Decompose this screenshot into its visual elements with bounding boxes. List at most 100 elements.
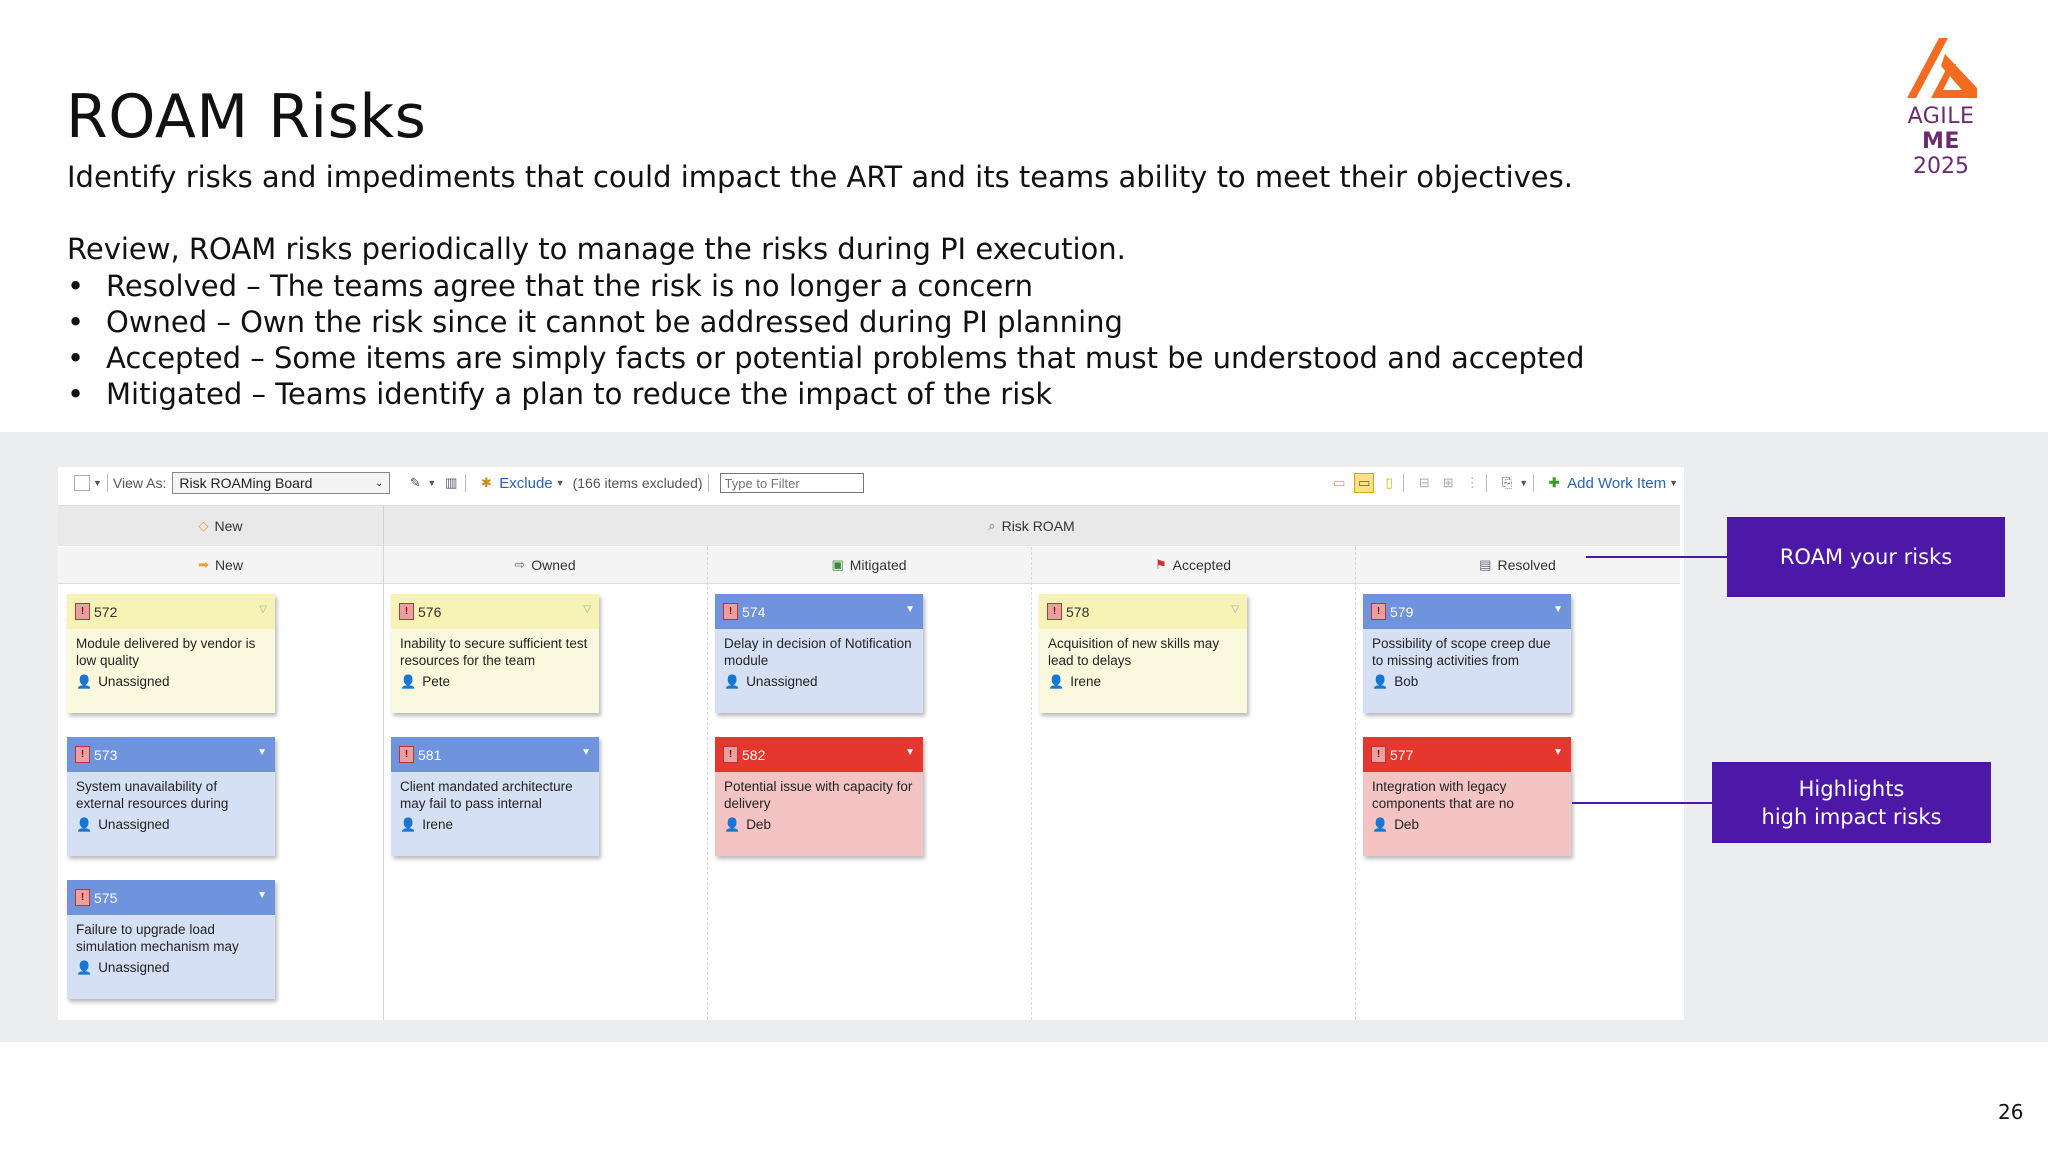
callout-text: ROAM your risks	[1779, 545, 1953, 569]
folder-icon[interactable]: ▭	[1330, 474, 1348, 492]
view-as-value: Risk ROAMing Board	[179, 475, 313, 491]
expand-icon[interactable]: ⊞	[1439, 474, 1457, 492]
card-owner[interactable]: 👤 Bob	[1372, 673, 1563, 690]
owner-name: Bob	[1394, 674, 1419, 689]
card-owner[interactable]: 👤 Deb	[724, 816, 915, 833]
card-owner[interactable]: 👤 Unassigned	[76, 959, 267, 976]
group-label: Risk ROAM	[1001, 518, 1075, 534]
bullet-text: Mitigated – Teams identify a plan to red…	[106, 377, 1053, 411]
card-id[interactable]: 574	[742, 604, 765, 620]
export-icon[interactable]: ⎘	[1498, 474, 1516, 492]
bullet-mitigated: • Mitigated – Teams identify a plan to re…	[67, 376, 1585, 412]
column-divider	[1355, 547, 1356, 1020]
risk-card-582[interactable]: ! 582 ▼ Potential issue with capacity for …	[715, 737, 923, 856]
person-icon: 👤	[400, 817, 417, 832]
risk-icon: !	[75, 603, 90, 620]
person-icon: 👤	[1372, 817, 1389, 832]
group-header-risk-roam[interactable]: ⌕ Risk ROAM	[383, 506, 1680, 546]
risk-card-578[interactable]: ! 578 ▽ Acquisition of new skills may lead…	[1039, 594, 1247, 713]
card-menu-icon[interactable]: ▼	[905, 747, 915, 758]
card-title: System unavailability of external resour…	[76, 779, 229, 811]
risk-card-577[interactable]: ! 577 ▼ Integration with legacy components…	[1363, 737, 1571, 856]
card-owner[interactable]: 👤 Pete	[400, 673, 591, 690]
tree-icon[interactable]: ⋮	[1463, 474, 1481, 492]
columns-icon[interactable]: ▥	[442, 474, 460, 492]
chevron-down-icon[interactable]: ▼	[93, 478, 102, 488]
card-menu-icon[interactable]: ▼	[1553, 747, 1563, 758]
collapse-icon[interactable]: ⊟	[1415, 474, 1433, 492]
accepted-icon: ⚑	[1154, 557, 1167, 572]
chevron-down-icon[interactable]: ▼	[556, 478, 565, 488]
card-menu-icon[interactable]: ▽	[583, 604, 591, 615]
card-menu-icon[interactable]: ▽	[1231, 604, 1239, 615]
card-menu-icon[interactable]: ▼	[257, 747, 267, 758]
filter-input[interactable]	[719, 473, 864, 493]
agile-me-logo: AGILE ME 2025	[1886, 34, 1996, 179]
risk-card-573[interactable]: ! 573 ▼ System unavailability of external …	[67, 737, 275, 856]
risk-card-574[interactable]: ! 574 ▼ Delay in decision of Notification …	[715, 594, 923, 713]
card-owner[interactable]: 👤 Irene	[1048, 673, 1239, 690]
owner-name: Unassigned	[746, 674, 818, 689]
column-header-owned[interactable]: ⇨ Owned	[383, 547, 707, 583]
card-menu-icon[interactable]: ▼	[257, 890, 267, 901]
note-icon[interactable]: ▯	[1380, 474, 1398, 492]
owner-name: Irene	[1070, 674, 1101, 689]
column-header-new[interactable]: ➡ New	[58, 547, 383, 583]
column-header-accepted[interactable]: ⚑ Accepted	[1031, 547, 1355, 583]
risk-card-575[interactable]: ! 575 ▼ Failure to upgrade load simulation…	[67, 880, 275, 999]
bullet-dot: •	[67, 305, 85, 339]
card-id[interactable]: 573	[94, 747, 117, 763]
card-menu-icon[interactable]: ▼	[581, 747, 591, 758]
bullet-dot: •	[67, 377, 85, 411]
card-owner[interactable]: 👤 Unassigned	[76, 816, 267, 833]
column-header-mitigated[interactable]: ▣ Mitigated	[707, 547, 1031, 583]
person-icon: 👤	[76, 960, 93, 975]
add-icon[interactable]: ✚	[1545, 474, 1563, 492]
card-owner[interactable]: 👤 Unassigned	[76, 673, 267, 690]
risk-card-576[interactable]: ! 576 ▽ Inability to secure sufficient tes…	[391, 594, 599, 713]
select-all-checkbox[interactable]	[74, 475, 90, 491]
add-work-item-button[interactable]: Add Work Item	[1567, 475, 1666, 492]
column-header-resolved[interactable]: ▤ Resolved	[1355, 547, 1680, 583]
card-id[interactable]: 579	[1390, 604, 1413, 620]
card-owner[interactable]: 👤 Unassigned	[724, 673, 915, 690]
card-id[interactable]: 582	[742, 747, 765, 763]
callout-connector	[1572, 802, 1713, 804]
owner-name: Irene	[422, 817, 453, 832]
card-title: Integration with legacy components that …	[1372, 779, 1514, 811]
person-icon: 👤	[724, 674, 741, 689]
chevron-down-icon[interactable]: ▼	[427, 478, 436, 488]
card-owner[interactable]: 👤 Deb	[1372, 816, 1563, 833]
roam-bullet-list: • Resolved – The teams agree that the ris…	[67, 268, 1585, 412]
bullet-text: Accepted – Some items are simply facts o…	[106, 341, 1585, 375]
group-header-new[interactable]: ◇ New	[58, 506, 383, 546]
group-label: New	[214, 518, 243, 534]
risk-card-579[interactable]: ! 579 ▼ Possibility of scope creep due to …	[1363, 594, 1571, 713]
card-menu-icon[interactable]: ▼	[905, 604, 915, 615]
card-id[interactable]: 577	[1390, 747, 1413, 763]
view-as-select[interactable]: Risk ROAMing Board ⌄	[172, 472, 391, 494]
card-menu-icon[interactable]: ▽	[259, 604, 267, 615]
toolbar-divider	[1486, 474, 1488, 492]
bullet-dot: •	[67, 269, 85, 303]
card-id[interactable]: 578	[1066, 604, 1089, 620]
toolbar-right: ▭ ▭ ▯ ⊟ ⊞ ⋮ ⎘ ▼ ✚ Add Work Item ▼	[1324, 467, 1678, 499]
card-owner[interactable]: 👤 Irene	[400, 816, 591, 833]
risk-card-581[interactable]: ! 581 ▼ Client mandated architecture may f…	[391, 737, 599, 856]
arrow-right-icon: ⇨	[514, 557, 526, 572]
card-id[interactable]: 581	[418, 747, 441, 763]
column-label: Mitigated	[849, 557, 907, 573]
risk-icon: !	[1371, 746, 1386, 763]
edit-view-icon[interactable]: ✎	[406, 474, 424, 492]
exclude-menu[interactable]: Exclude	[499, 475, 552, 492]
card-menu-icon[interactable]: ▼	[1553, 604, 1563, 615]
chevron-down-icon[interactable]: ▼	[1669, 478, 1678, 488]
chevron-down-icon[interactable]: ▼	[1519, 478, 1528, 488]
card-id[interactable]: 576	[418, 604, 441, 620]
card-id[interactable]: 572	[94, 604, 117, 620]
card-id[interactable]: 575	[94, 890, 117, 906]
card-view-icon[interactable]: ▭	[1354, 473, 1375, 493]
exclude-filter-icon[interactable]: ✱	[477, 474, 495, 492]
mitigated-icon: ▣	[831, 557, 844, 572]
risk-card-572[interactable]: ! 572 ▽ Module delivered by vendor is low …	[67, 594, 275, 713]
